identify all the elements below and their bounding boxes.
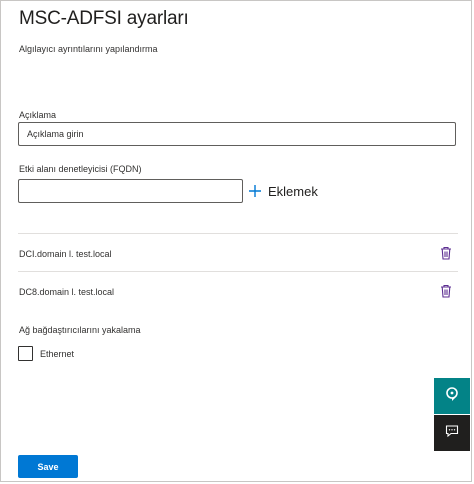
divider bbox=[18, 271, 458, 272]
description-label: Açıklama bbox=[19, 110, 57, 120]
add-button-label: Eklemek bbox=[268, 183, 318, 199]
trash-icon[interactable] bbox=[440, 284, 452, 298]
divider bbox=[18, 233, 458, 234]
description-input[interactable] bbox=[18, 122, 456, 146]
panel-frame bbox=[0, 0, 472, 482]
trash-icon[interactable] bbox=[440, 246, 452, 260]
save-button[interactable]: Save bbox=[18, 455, 78, 478]
capture-label: Ağ bağdaştırıcılarını yakalama bbox=[19, 325, 141, 335]
help-chat-icon bbox=[444, 386, 460, 407]
page-title: MSC-ADFSI ayarları bbox=[19, 8, 189, 29]
page-subtitle: Algılayıcı ayrıntılarını yapılandırma bbox=[19, 44, 158, 54]
feedback-button[interactable] bbox=[434, 415, 470, 451]
feedback-icon bbox=[445, 424, 459, 443]
add-button[interactable]: Eklemek bbox=[248, 180, 318, 202]
fqdn-input[interactable] bbox=[18, 179, 243, 203]
fqdn-label: Etki alanı denetleyicisi (FQDN) bbox=[19, 164, 142, 174]
domain-controller-item: DCI.domain l. test.local bbox=[19, 249, 112, 259]
ethernet-label: Ethernet bbox=[40, 349, 75, 359]
plus-icon bbox=[248, 184, 262, 198]
domain-controller-item: DC8.domain l. test.local bbox=[19, 287, 115, 297]
help-button[interactable] bbox=[434, 378, 470, 414]
ethernet-checkbox[interactable] bbox=[18, 346, 33, 361]
